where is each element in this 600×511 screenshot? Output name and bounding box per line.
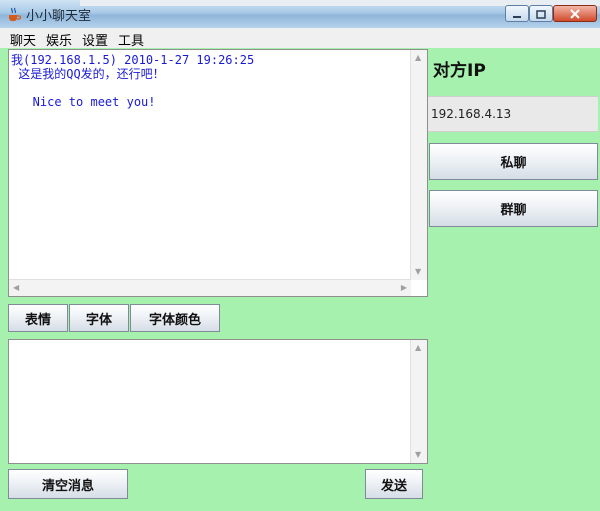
font-color-button[interactable]: 字体颜色 [130, 304, 220, 332]
menu-settings[interactable]: 设置 [82, 30, 108, 49]
peer-ip-box: 192.168.4.13 [428, 96, 598, 132]
title-bar[interactable]: 小小聊天室 [0, 0, 600, 29]
chat-window: 小小聊天室 聊天 娱乐 设置 工具 我(192.168.1.5) 2010-1-… [0, 0, 600, 511]
scroll-up-icon[interactable]: ▲ [415, 54, 421, 62]
close-icon [569, 4, 581, 23]
menu-tools[interactable]: 工具 [118, 30, 144, 49]
message-input[interactable]: ▲ ▼ [8, 339, 428, 464]
menu-entertainment[interactable]: 娱乐 [46, 30, 72, 49]
vertical-scrollbar[interactable]: ▲ ▼ [410, 50, 427, 280]
scroll-right-icon[interactable]: ▶ [401, 284, 407, 292]
maximize-button[interactable] [529, 5, 553, 22]
close-button[interactable] [553, 5, 597, 22]
input-vertical-scrollbar[interactable]: ▲ ▼ [410, 340, 427, 463]
java-coffee-icon [6, 6, 22, 22]
font-button[interactable]: 字体 [69, 304, 129, 332]
menu-chat[interactable]: 聊天 [10, 30, 36, 49]
message-line: 这是我的QQ发的，还行吧！ [11, 67, 165, 81]
group-chat-button[interactable]: 群聊 [429, 190, 598, 227]
scroll-down-icon[interactable]: ▼ [415, 451, 421, 459]
scroll-down-icon[interactable]: ▼ [415, 268, 421, 276]
send-button[interactable]: 发送 [365, 469, 423, 499]
peer-ip-title: 对方IP [433, 61, 486, 81]
minimize-button[interactable] [505, 5, 529, 22]
chat-message: 我(192.168.1.5) 2010-1-27 19:26:25 这是我的QQ… [11, 53, 254, 109]
scroll-left-icon[interactable]: ◀ [13, 284, 19, 292]
message-line: Nice to meet you! [11, 95, 156, 109]
maximize-icon [536, 4, 546, 23]
peer-ip-value: 192.168.4.13 [431, 107, 512, 121]
private-chat-button[interactable]: 私聊 [429, 143, 598, 180]
chat-history[interactable]: 我(192.168.1.5) 2010-1-27 19:26:25 这是我的QQ… [8, 49, 428, 297]
scroll-up-icon[interactable]: ▲ [415, 344, 421, 352]
window-title: 小小聊天室 [26, 9, 92, 24]
minimize-icon [512, 4, 522, 23]
menu-bar: 聊天 娱乐 设置 工具 [0, 28, 600, 49]
horizontal-scrollbar[interactable]: ◀ ▶ [9, 279, 411, 296]
clear-messages-button[interactable]: 清空消息 [8, 469, 128, 499]
emoji-button[interactable]: 表情 [8, 304, 68, 332]
message-header: 我(192.168.1.5) 2010-1-27 19:26:25 [11, 53, 255, 67]
